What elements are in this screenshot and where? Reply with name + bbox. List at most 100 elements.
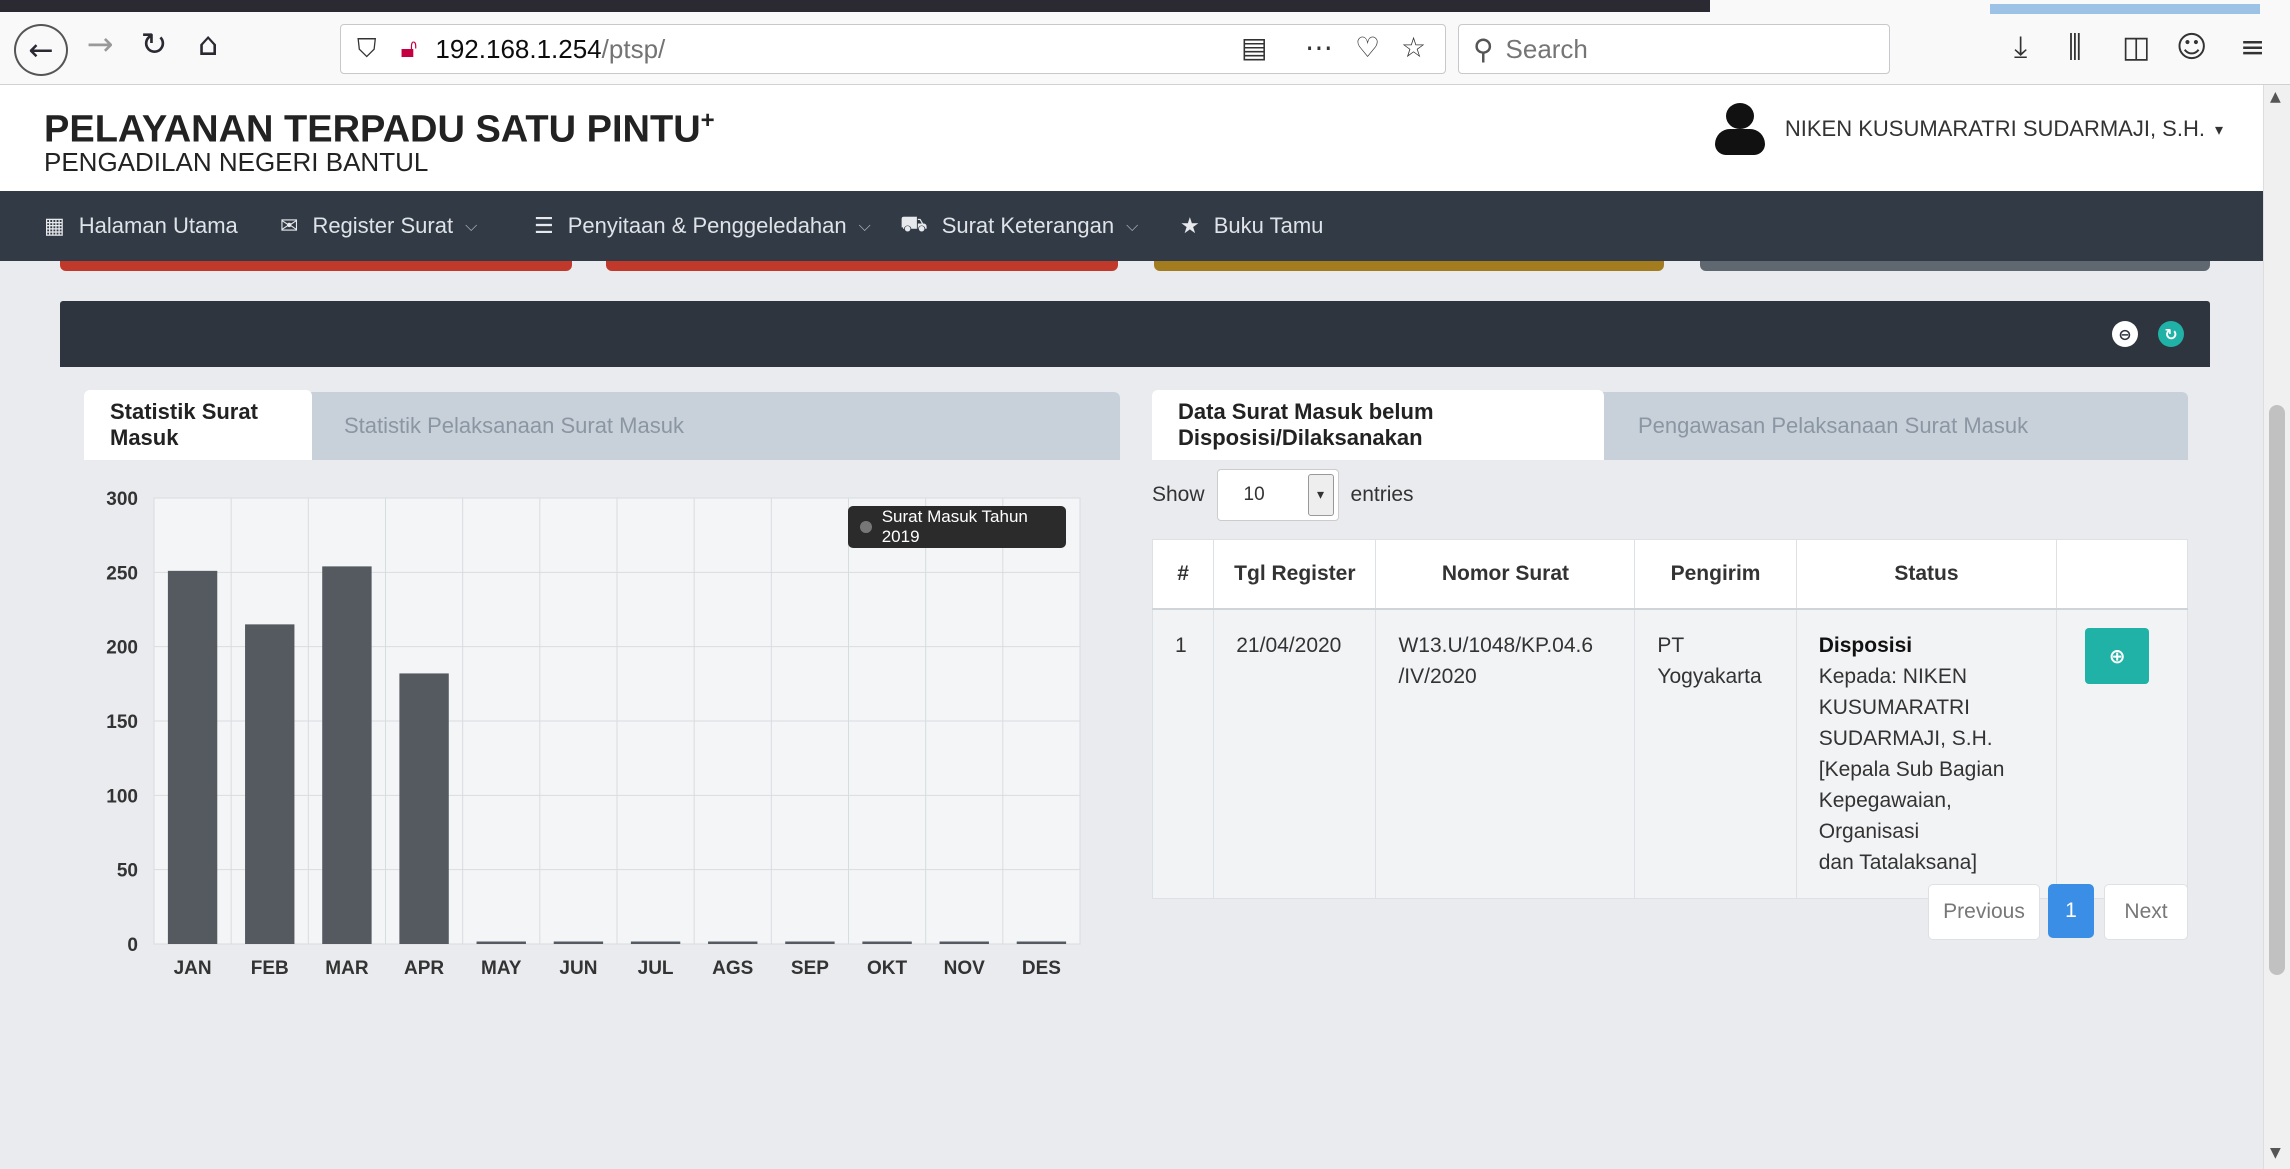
nav-register-surat[interactable]: ✉ Register Surat ⌵ bbox=[280, 191, 477, 261]
reload-button[interactable]: ↻ bbox=[134, 22, 174, 66]
status-line: [Kepala Sub Bagian bbox=[1818, 758, 2005, 781]
collapse-icon[interactable]: ⊖ bbox=[2112, 321, 2138, 347]
legend-marker bbox=[860, 521, 872, 533]
status-line: Kepada: NIKEN bbox=[1818, 665, 1967, 688]
cell-status: Disposisi Kepada: NIKEN KUSUMARATRI SUDA… bbox=[1795, 608, 2058, 899]
page-length-control: Show 10 ▾ entries bbox=[1152, 469, 1414, 521]
chart-bar bbox=[245, 624, 295, 944]
shield-icon[interactable]: ⛉ bbox=[357, 34, 377, 65]
chevron-down-icon: ⌵ bbox=[465, 216, 478, 235]
url-path: /ptsp/ bbox=[601, 33, 666, 64]
bookmark-star-icon[interactable]: ☆ bbox=[1401, 31, 1426, 64]
browser-search-bar[interactable]: ⚲ bbox=[1458, 24, 1890, 74]
summary-card-gray bbox=[1700, 261, 2210, 271]
cell-no: 1 bbox=[1151, 608, 1215, 899]
x-tick-label: JAN bbox=[174, 958, 212, 979]
nav-label: Buku Tamu bbox=[1213, 213, 1324, 238]
status-line: SUDARMAJI, S.H. bbox=[1818, 727, 1993, 750]
cell-nomor: W13.U/1048/KP.04.6/IV/2020 bbox=[1375, 608, 1636, 899]
nomor-line: W13.U/1048/KP.04.6 bbox=[1398, 634, 1594, 657]
menu-icon[interactable]: ≡ bbox=[2240, 30, 2265, 65]
forward-button[interactable]: → bbox=[80, 22, 120, 66]
url-host: 192.168.1.254 bbox=[435, 33, 602, 64]
entries-select[interactable]: 10 ▾ bbox=[1216, 469, 1339, 521]
nav-penyitaan[interactable]: ☰ Penyitaan & Penggeledahan ⌵ bbox=[534, 191, 871, 261]
url-bar[interactable]: ⛉ 🔓︎ 192.168.1.254/ptsp/ ▤ ⋯ ♡ ☆ bbox=[340, 24, 1446, 74]
chart-bar bbox=[322, 566, 372, 944]
downloads-icon[interactable]: ⤓ bbox=[2014, 30, 2027, 65]
page-actions-icon[interactable]: ⋯ bbox=[1305, 31, 1333, 64]
summary-card-red-2 bbox=[606, 261, 1118, 271]
envelope-icon: ✉ bbox=[280, 213, 299, 239]
search-icon: ⚲ bbox=[1473, 32, 1494, 66]
legend-label: Surat Masuk Tahun 2019 bbox=[881, 507, 1028, 546]
left-tabs: Statistik Surat Masuk Statistik Pelaksan… bbox=[84, 390, 1120, 460]
app-title: PELAYANAN TERPADU SATU PINTU+ bbox=[44, 107, 715, 151]
scroll-up-icon[interactable]: ▲ bbox=[2270, 89, 2281, 105]
nav-label: Surat Keterangan bbox=[941, 213, 1115, 238]
x-tick-label: MAY bbox=[481, 958, 522, 979]
refresh-icon[interactable]: ↻ bbox=[2158, 321, 2184, 347]
account-icon[interactable]: ☺ bbox=[2176, 30, 2207, 65]
search-input[interactable] bbox=[1503, 32, 1868, 66]
list-icon: ☰ bbox=[534, 213, 554, 239]
status-line: dan Tatalaksana] bbox=[1818, 851, 1978, 874]
col-nomor-surat[interactable]: Nomor Surat bbox=[1375, 539, 1636, 610]
x-tick-label: MAR bbox=[325, 958, 369, 979]
pocket-icon[interactable]: ♡ bbox=[1355, 31, 1380, 64]
chart-bar bbox=[399, 673, 449, 944]
back-button[interactable]: ← bbox=[14, 24, 68, 76]
tab-data-surat-masuk[interactable]: Data Surat Masuk belum Disposisi/Dilaksa… bbox=[1152, 390, 1604, 460]
pagination-previous[interactable]: Previous bbox=[1928, 884, 2040, 940]
y-tick-label: 250 bbox=[106, 563, 138, 584]
user-name: NIKEN KUSUMARATRI SUDARMAJI, S.H. bbox=[1784, 116, 2205, 141]
x-tick-label: DES bbox=[1022, 958, 1061, 979]
view-detail-button[interactable]: ⊕ bbox=[2085, 628, 2150, 684]
status-line: KUSUMARATRI bbox=[1818, 696, 1971, 719]
chart-bar bbox=[553, 941, 604, 944]
user-menu[interactable]: NIKEN KUSUMARATRI SUDARMAJI, S.H. ▾ bbox=[1714, 103, 2223, 155]
y-tick-label: 150 bbox=[106, 712, 138, 733]
caret-down-icon: ▾ bbox=[2214, 119, 2223, 139]
tab-statistik-pelaksanaan[interactable]: Statistik Pelaksanaan Surat Masuk bbox=[344, 392, 684, 460]
bar-chart: 0 50 100 150 200 250 300 JAN FEB MAR APR MAY JUN JUL A… bbox=[84, 474, 1094, 994]
nav-halaman-utama[interactable]: ▦ Halaman Utama bbox=[44, 191, 238, 261]
col-status[interactable]: Status bbox=[1795, 539, 2058, 610]
surat-masuk-table: # Tgl Register Nomor Surat Pengirim Stat… bbox=[1151, 539, 2188, 899]
pagination-page-1[interactable]: 1 bbox=[2048, 884, 2094, 938]
cell-action: ⊕ bbox=[2056, 608, 2188, 899]
nav-surat-keterangan[interactable]: ⛟ Surat Keterangan ⌵ bbox=[900, 191, 1138, 261]
chevron-down-icon: ⌵ bbox=[1126, 216, 1139, 235]
status-title: Disposisi bbox=[1818, 634, 1913, 657]
library-icon[interactable]: ⫼ bbox=[2068, 30, 2082, 65]
dropdown-arrow-icon[interactable]: ▾ bbox=[1307, 474, 1334, 516]
col-pengirim[interactable]: Pengirim bbox=[1634, 539, 1797, 610]
scrollbar-thumb[interactable] bbox=[2269, 405, 2285, 975]
tab-strip-dark bbox=[0, 0, 1710, 12]
cell-tgl: 21/04/2020 bbox=[1213, 608, 1377, 899]
status-line: Kepegawaian, Organisasi bbox=[1818, 789, 1952, 843]
page-scrollbar[interactable]: ▲ ▼ bbox=[2263, 85, 2290, 1169]
nav-label: Register Surat bbox=[312, 213, 454, 238]
col-no[interactable]: # bbox=[1151, 539, 1215, 610]
insecure-lock-icon[interactable]: 🔓︎ bbox=[401, 34, 418, 65]
y-tick-label: 0 bbox=[127, 935, 138, 956]
chart-bar bbox=[862, 941, 912, 944]
y-tick-label: 50 bbox=[117, 861, 138, 882]
chart-svg: 0 50 100 150 200 250 300 JAN FEB MAR APR MAY JUN JUL A… bbox=[106, 489, 1081, 979]
chart-bar bbox=[1016, 941, 1067, 944]
x-tick-label: SEP bbox=[791, 958, 829, 979]
chart-legend: Surat Masuk Tahun 2019 bbox=[848, 506, 1066, 548]
col-tgl-register[interactable]: Tgl Register bbox=[1213, 539, 1377, 610]
tab-pengawasan[interactable]: Pengawasan Pelaksanaan Surat Masuk bbox=[1638, 392, 2028, 460]
pagination-next[interactable]: Next bbox=[2104, 884, 2188, 940]
reader-view-icon[interactable]: ▤ bbox=[1241, 31, 1267, 64]
sidebar-icon[interactable]: ◫ bbox=[2122, 30, 2150, 65]
tab-statistik-surat-masuk[interactable]: Statistik Surat Masuk bbox=[84, 390, 312, 460]
chart-bar bbox=[167, 570, 218, 944]
home-button[interactable]: ⌂ bbox=[188, 22, 228, 66]
active-tab-indicator[interactable] bbox=[1990, 4, 2260, 14]
nav-buku-tamu[interactable]: ★ Buku Tamu bbox=[1180, 191, 1323, 261]
scroll-down-icon[interactable]: ▼ bbox=[2270, 1145, 2281, 1161]
user-avatar-icon bbox=[1714, 103, 1765, 155]
